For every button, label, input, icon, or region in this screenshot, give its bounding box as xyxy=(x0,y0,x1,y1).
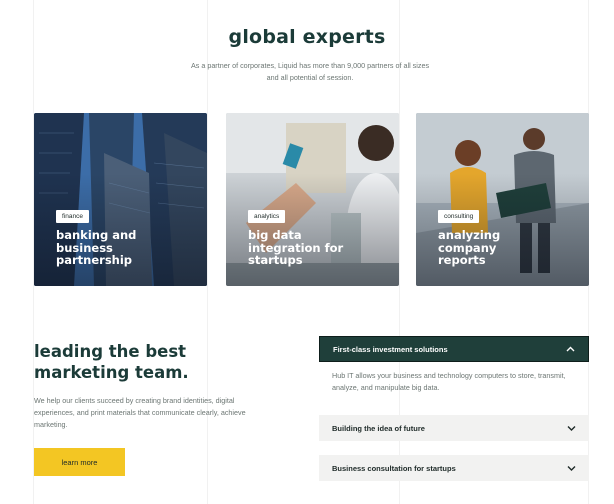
accordion-label: Building the idea of future xyxy=(332,423,425,433)
accordion-item-investment[interactable]: First-class investment solutions xyxy=(319,336,589,362)
accordion-label: Business consultation for startups xyxy=(332,463,456,473)
subtitle-line: and all potential of session. xyxy=(266,73,354,82)
chevron-up-icon xyxy=(566,345,575,354)
section-subtitle: As a partner of corporates, Liquid has m… xyxy=(180,60,440,84)
lead-heading: leading the best marketing team. xyxy=(34,341,234,383)
subtitle-line: As a partner of corporates, Liquid has m… xyxy=(190,61,430,70)
lead-description: We help our clients succeed by creating … xyxy=(34,396,246,429)
section-title: global experts xyxy=(228,26,386,48)
card-title[interactable]: big data integration for startups xyxy=(248,229,388,267)
card-title-line: startups xyxy=(248,253,303,268)
card-title-line: banking and xyxy=(56,228,137,242)
service-card-consulting[interactable]: consulting analyzing company reports xyxy=(416,113,589,286)
chevron-down-icon xyxy=(567,424,576,433)
category-tag[interactable]: analytics xyxy=(248,210,286,223)
learn-more-button[interactable]: learn more xyxy=(34,448,125,476)
card-title-line: partnership xyxy=(56,253,133,268)
accordion-content: Hub IT allows your business and technolo… xyxy=(332,371,566,392)
accordion-item-future[interactable]: Building the idea of future xyxy=(319,415,589,441)
card-title-line: big data xyxy=(248,228,302,242)
card-title[interactable]: analyzing company reports xyxy=(438,229,578,267)
category-tag[interactable]: consulting xyxy=(438,210,480,223)
lead-heading-line: leading the best xyxy=(34,342,187,361)
chevron-down-icon xyxy=(567,464,576,473)
accordion-item-consultation[interactable]: Business consultation for startups xyxy=(319,455,589,481)
service-card-finance[interactable]: finance banking and business partnership xyxy=(34,113,207,286)
accordion-label: First-class investment solutions xyxy=(333,344,448,354)
card-title-line: analyzing xyxy=(438,228,501,242)
card-title-line: reports xyxy=(438,253,486,268)
card-title[interactable]: banking and business partnership xyxy=(56,229,196,267)
category-tag[interactable]: finance xyxy=(56,210,89,223)
service-card-analytics[interactable]: analytics big data integration for start… xyxy=(226,113,399,286)
lead-heading-line: marketing team. xyxy=(34,363,189,382)
